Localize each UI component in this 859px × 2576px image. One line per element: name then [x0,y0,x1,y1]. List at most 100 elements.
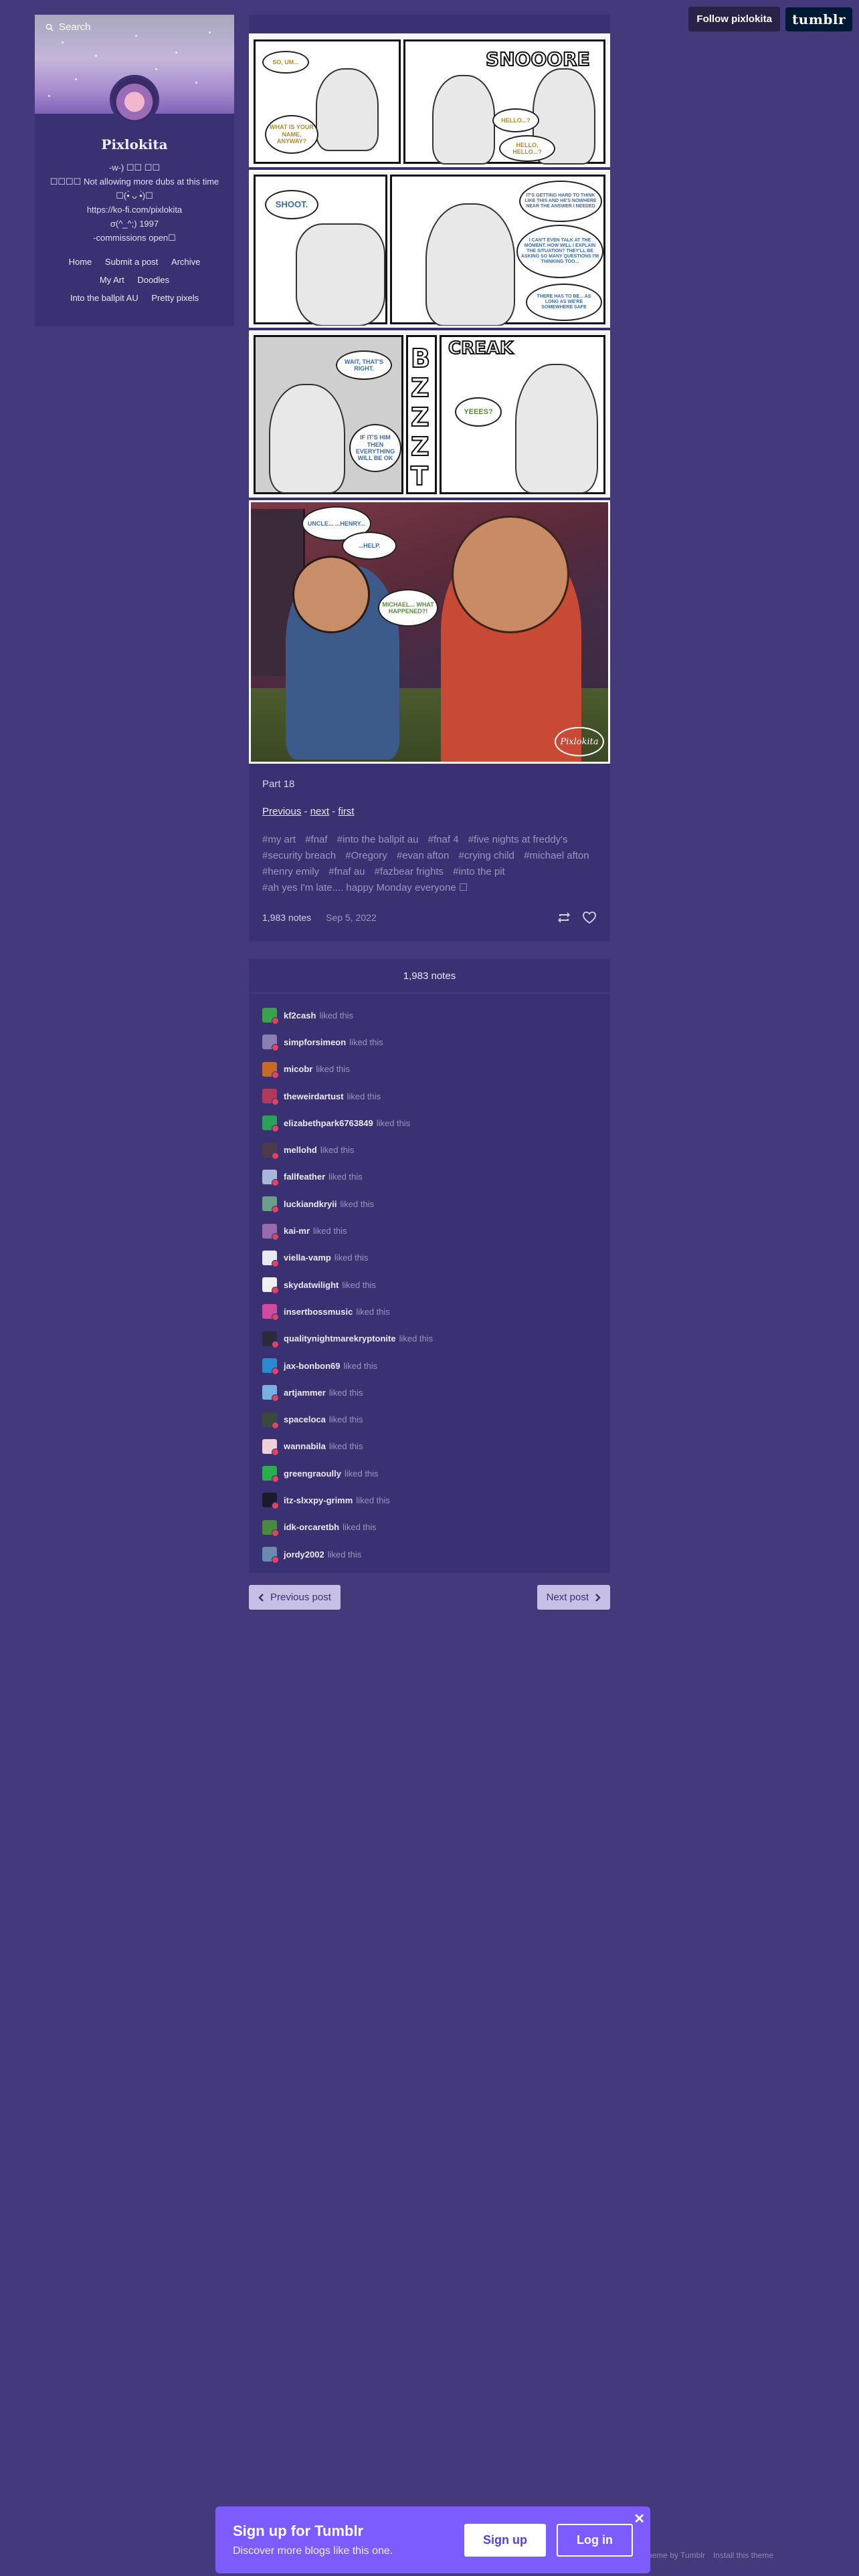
kofi-link[interactable]: https://ko-fi.com/pixlokita [41,203,227,217]
next-link[interactable]: next [310,806,329,817]
note-avatar[interactable] [262,1250,279,1267]
tumblr-logo[interactable]: tumblr [785,7,852,31]
avatar[interactable] [110,75,159,124]
note-action: liked this [347,1091,381,1101]
nav-my-art[interactable]: My Art [100,275,124,285]
search-icon [45,23,54,31]
note-username[interactable]: elizabethpark6763849 [284,1118,373,1128]
note-avatar[interactable] [262,1223,279,1241]
previous-post-label[interactable]: Previous post [270,1592,331,1603]
search-box[interactable]: Search [45,21,91,33]
previous-post-button[interactable]: Previous post [249,1585,341,1610]
note-username[interactable]: insertbossmusic [284,1307,353,1317]
tag[interactable]: #michael afton [524,850,589,861]
tag[interactable]: #five nights at freddy's [468,834,568,845]
note-username[interactable]: spaceloca [284,1414,326,1424]
note-item: simpforsimeon liked this [262,1029,597,1055]
signup-banner: Sign up for Tumblr Discover more blogs l… [215,2506,650,2573]
tag[interactable]: #my art [262,834,296,845]
note-avatar[interactable] [262,1061,279,1079]
note-avatar[interactable] [262,1142,279,1160]
nav-home[interactable]: Home [69,257,92,267]
first-link[interactable]: first [338,806,354,817]
tag[interactable]: #Oregory [345,850,387,861]
note-avatar[interactable] [262,1438,279,1456]
tag[interactable]: #fazbear frights [375,866,444,877]
note-username[interactable]: jordy2002 [284,1549,324,1560]
tag[interactable]: #ah yes I'm late.... happy Monday everyo… [262,882,468,893]
note-avatar[interactable] [262,1277,279,1295]
note-avatar[interactable] [262,1358,279,1375]
search-placeholder[interactable]: Search [59,21,91,33]
note-avatar[interactable] [262,1196,279,1214]
next-post-label[interactable]: Next post [547,1592,589,1603]
note-item: jordy2002 liked this [262,1541,597,1568]
note-avatar[interactable] [262,1412,279,1429]
note-avatar[interactable] [262,1385,279,1402]
tag[interactable]: #crying child [459,850,514,861]
note-avatar[interactable] [262,1466,279,1483]
follow-button[interactable]: Follow pixlokita [688,7,780,31]
note-username[interactable]: artjammer [284,1388,326,1398]
previous-link[interactable]: Previous [262,806,301,817]
post-date[interactable]: Sep 5, 2022 [326,912,377,923]
nav-archive[interactable]: Archive [171,257,200,267]
nav-doodles[interactable]: Doodles [137,275,169,285]
note-item: viella-vamp liked this [262,1245,597,1271]
note-username[interactable]: viella-vamp [284,1253,331,1263]
post-tags: #my art #fnaf #into the ballpit au #fnaf… [262,832,597,896]
tag[interactable]: #fnaf 4 [428,834,459,845]
tag[interactable]: #into the ballpit au [337,834,419,845]
speech-bubble: MICHAEL... WHAT HAPPENED?! [378,589,438,627]
note-username[interactable]: itz-slxxpy-grimm [284,1495,353,1505]
note-avatar[interactable] [262,1304,279,1321]
notes-count[interactable]: 1,983 notes [262,912,311,923]
note-avatar[interactable] [262,1493,279,1510]
note-username[interactable]: jax-bonbon69 [284,1361,341,1371]
note-username[interactable]: kai-mr [284,1226,310,1236]
note-avatar[interactable] [262,1089,279,1106]
note-username[interactable]: fallfeather [284,1172,325,1182]
tag[interactable]: #into the pit [453,866,505,877]
note-username[interactable]: simpforsimeon [284,1037,346,1047]
next-post-button[interactable]: Next post [537,1585,610,1610]
note-item: itz-slxxpy-grimm liked this [262,1487,597,1513]
install-theme-link[interactable]: Install this theme [713,2551,773,2560]
sound-effect: BZZZT [410,343,431,492]
theme-credit[interactable]: Theme by Tumblr [643,2551,705,2560]
note-username[interactable]: luckiandkryii [284,1199,337,1209]
reblog-icon[interactable] [557,911,571,924]
note-action: liked this [319,1010,353,1021]
nav-submit-post[interactable]: Submit a post [105,257,159,267]
note-avatar[interactable] [262,1169,279,1186]
like-icon[interactable] [582,911,597,924]
note-avatar[interactable] [262,1331,279,1348]
note-username[interactable]: skydatwilight [284,1280,339,1290]
note-avatar[interactable] [262,1035,279,1052]
nav-pretty-pixels[interactable]: Pretty pixels [151,293,199,303]
login-button[interactable]: Log in [557,2523,633,2557]
tag[interactable]: #security breach [262,850,336,861]
blog-title[interactable]: Pixlokita [35,136,234,152]
note-username[interactable]: greengraoully [284,1469,341,1479]
tag[interactable]: #evan afton [397,850,449,861]
note-username[interactable]: wannabila [284,1441,326,1451]
tag[interactable]: #henry emily [262,866,319,877]
note-avatar[interactable] [262,1547,279,1564]
tag[interactable]: #fnaf au [328,866,365,877]
signup-button[interactable]: Sign up [464,2523,547,2557]
close-icon[interactable]: ✕ [634,2510,645,2527]
note-username[interactable]: kf2cash [284,1010,316,1021]
note-username[interactable]: micobr [284,1064,312,1074]
note-avatar[interactable] [262,1115,279,1133]
note-username[interactable]: mellohd [284,1145,317,1155]
nav-into-the-ballpit[interactable]: Into the ballpit AU [70,293,138,303]
note-avatar[interactable] [262,1008,279,1025]
tag[interactable]: #fnaf [305,834,327,845]
comic-cell: SNOOORE HELLO...? HELLO, HELLO...? [403,39,605,165]
note-avatar[interactable] [262,1519,279,1537]
note-username[interactable]: idk-orcaretbh [284,1522,339,1532]
note-username[interactable]: qualitynightmarekryptonite [284,1333,396,1344]
note-username[interactable]: theweirdartust [284,1091,344,1101]
comic-figure [432,75,495,165]
